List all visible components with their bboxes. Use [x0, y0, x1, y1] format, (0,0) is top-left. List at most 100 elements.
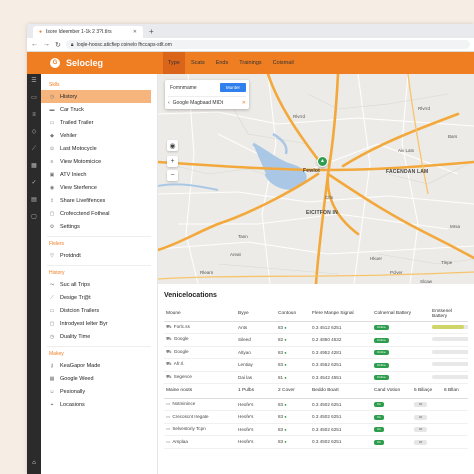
table-row[interactable]: ▭ Amplaa Heofe's 83 ● 0.3 4502 6251 On Ot — [164, 436, 468, 449]
column-header[interactable]: Beddo Boart — [310, 384, 372, 399]
column-header[interactable]: Flere Manpe Signal — [310, 307, 372, 322]
zoom-out-button[interactable]: − — [167, 170, 178, 181]
sidebar-item[interactable]: ⤳ Suc all Trips — [41, 278, 157, 291]
signal-dot-icon: ● — [283, 426, 287, 432]
topnav-4[interactable]: Coismail — [268, 52, 299, 74]
reload-icon[interactable]: ↻ — [55, 41, 61, 49]
trailer-name-cell: ▭ Notminince — [164, 398, 236, 411]
trailer-name-cell: ▭ Amplaa — [164, 436, 236, 449]
column-header[interactable]: Contoun — [276, 307, 310, 322]
column-header[interactable]: Colnernal Battery — [372, 307, 430, 322]
trailer-icon: ▭ — [166, 401, 171, 407]
zoom-in-button[interactable]: + — [167, 156, 178, 167]
column-header[interactable]: 5 Biliaçe — [412, 384, 442, 399]
sidebar-item[interactable]: ▢ Crofecctend Fotheal — [41, 207, 157, 220]
sidebar-item[interactable]: ◉ View Sterfence — [41, 181, 157, 194]
sidebar-item[interactable]: ≡ View Motomicice — [41, 155, 157, 168]
signal-value: 0.3 4952 4281 — [312, 349, 342, 355]
sidebar: Sklls ◷ History ▬ Car Truck ▭ Trailed Trailer ◆… — [41, 74, 158, 474]
sidebar-item[interactable]: ▦ Google Weed — [41, 372, 157, 385]
topnav-0[interactable]: Type — [163, 52, 185, 74]
sidebar-item[interactable]: ⚙ Settings — [41, 220, 157, 233]
table-row[interactable]: ▭ Selvestoriy Tcpn Heofe's 83 ● 0.3 4502 625… — [164, 423, 468, 436]
topnav-2[interactable]: Ends — [211, 52, 234, 74]
forward-icon[interactable]: → — [43, 41, 50, 48]
sidebar-item[interactable]: ⟋ Desige Tr@t — [41, 291, 157, 304]
sidebar-item[interactable]: ▭ Distcion Trailers — [41, 304, 157, 317]
column-header[interactable]: Byye — [236, 307, 276, 322]
browser-window: ● Isore Ideember 1-1k 2 3?I.tIrs ✕ + ← →… — [27, 24, 474, 474]
chart-icon[interactable]: ▤ — [31, 197, 37, 203]
vehicle-pin-icon[interactable]: ▲ — [317, 156, 328, 167]
table-row[interactable]: ⛟ Google Altyao 83 ● 0.3 4952 4281 Online — [164, 346, 468, 359]
battery-status-cell: Online — [372, 359, 430, 372]
map-search[interactable]: ‹ Google Magbaad MIDt ✕ — [168, 96, 246, 106]
sidebar-item[interactable]: ⚷ KeaGapor Made — [41, 359, 157, 372]
sidebar-item[interactable]: ⌖ Locasions — [41, 398, 157, 411]
sidebar-item[interactable]: ⇪ Share Livefifences — [41, 194, 157, 207]
close-tab-icon[interactable]: ✕ — [133, 29, 137, 35]
menu-icon[interactable]: ☰ — [31, 78, 36, 84]
sidebar-item[interactable]: ▬ Car Truck — [41, 103, 157, 116]
url-field[interactable]: 🔒︎ Ioqle-hoosc.aticfiep coinelo fhccaps-… — [65, 40, 470, 49]
trailer-count-cell: 83 ● — [276, 411, 310, 424]
sidebar-item[interactable]: ▣ ATV Iniech — [41, 168, 157, 181]
back-icon[interactable]: ← — [31, 41, 38, 48]
browser-tab[interactable]: ● Isore Ideember 1-1k 2 3?I.tIrs ✕ — [33, 26, 143, 38]
column-header[interactable]: 2 Cover — [276, 384, 310, 399]
signal-dot-icon: ● — [283, 401, 287, 407]
app-title: Selocleg — [66, 58, 104, 68]
doc-icon[interactable]: ▢ — [31, 214, 37, 220]
sidebar-item[interactable]: ▢ Introdyest Ielter Byr — [41, 317, 157, 330]
column-header[interactable]: Cand Votion — [372, 384, 412, 399]
column-header[interactable]: 1 Pulbs — [236, 384, 276, 399]
sidebar-item[interactable]: ◷ Duality Time — [41, 330, 157, 343]
monitor-icon[interactable]: ▭ — [31, 95, 37, 101]
table-row[interactable]: ⛟ Google Sileed 82 ● 0.2 4850 4532 Online — [164, 334, 468, 346]
sidebar-item-label: Protdndt — [60, 252, 81, 259]
sidebar-item[interactable]: ▽ Protdndt — [41, 249, 157, 262]
column-header[interactable]: Maine noots — [164, 384, 236, 399]
key-icon: ⚷ — [50, 362, 54, 369]
sidebar-item[interactable]: ⊙ Last Motocycle — [41, 142, 157, 155]
sidebar-item[interactable]: ◆ Vehiler — [41, 129, 157, 142]
check-icon[interactable]: ✓ — [31, 180, 36, 186]
trailer-name: Selvestoriy Tcpn — [172, 426, 206, 432]
sidebar-item[interactable]: ☺ Pesionally — [41, 385, 157, 398]
trailer-name-cell: ▭ Crecoscnt Iregate — [164, 411, 236, 424]
table-row[interactable]: ▭ Notminince Heofe's 83 ● 0.3 4502 6251 On Ot — [164, 398, 468, 411]
new-tab-icon[interactable]: + — [149, 26, 154, 38]
sidebar-item[interactable]: ▭ Trailed Trailer — [41, 116, 157, 129]
topnav-3[interactable]: Trainings — [234, 52, 266, 74]
column-header[interactable]: 6 Bllan — [442, 384, 468, 399]
map-layer-button[interactable]: Munter — [219, 83, 246, 92]
column-header[interactable]: Moune — [164, 307, 236, 322]
back-arrow-icon[interactable]: ‹ — [168, 100, 170, 106]
table-row[interactable]: ⛟ Afr.rl. Lentiay 83 ● 0.3 4552 6251 Online — [164, 359, 468, 372]
clear-search-icon[interactable]: ✕ — [242, 100, 246, 106]
trailer-flag-cell: Ot — [412, 398, 442, 411]
table-row[interactable]: ▭ Crecoscnt Iregate Heofe's 83 ● 0.3 4502 62… — [164, 411, 468, 424]
url-text: Ioqle-hoosc.aticfiep coinelo fhccaps-stl… — [76, 41, 172, 48]
sidebar-item[interactable]: ◷ History — [41, 90, 151, 103]
map-view[interactable]: Fomnmame Munter ‹ Google Magbaad MIDt ✕ … — [158, 74, 474, 284]
status-badge: Online — [374, 325, 389, 331]
trailer-signal: 0.3 4502 6251 — [312, 414, 342, 420]
trailer-icon: ▭ — [49, 307, 55, 314]
topnav-1[interactable]: Scats — [186, 52, 210, 74]
home-icon[interactable]: ⌂ — [32, 460, 36, 466]
table-row[interactable]: ⛟ Segence Dai las 81 ● 0.3 4542 4551 Online — [164, 371, 468, 384]
tag-icon[interactable]: ◇ — [32, 129, 37, 135]
battery-status-cell: Online — [372, 346, 430, 359]
layers-icon[interactable]: ◉ — [167, 140, 178, 151]
flag-badge: Ot — [414, 439, 428, 445]
grid-icon[interactable]: ▦ — [31, 163, 37, 169]
list-icon[interactable]: ≡ — [32, 112, 36, 118]
column-header[interactable]: Emtsenel Battery — [430, 307, 468, 322]
route-icon[interactable]: ⟋ — [32, 146, 36, 152]
sidebar-section-heading: Makey — [49, 351, 64, 357]
clock-icon: ◷ — [49, 333, 55, 340]
table-row[interactable]: ⛟ Forlc.ss Ants 83 ● 0.3 4512 6251 Online — [164, 321, 468, 334]
trailer-extra-cell — [442, 411, 468, 424]
trailer-name-cell: ▭ Selvestoriy Tcpn — [164, 423, 236, 436]
